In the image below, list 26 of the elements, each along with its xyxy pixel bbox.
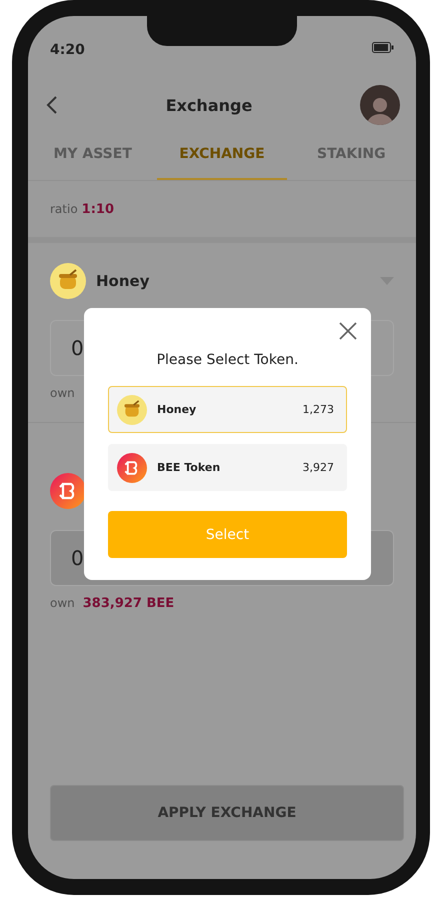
own-label: own xyxy=(50,596,75,610)
honey-pot-icon xyxy=(117,394,147,424)
token-name: BEE Token xyxy=(157,461,222,474)
token-balance: 1,273 xyxy=(302,403,334,416)
tab[interactable]: EXCHANGE xyxy=(157,130,287,180)
own-balance: 383,927 BEE xyxy=(82,596,174,610)
avatar-icon[interactable] xyxy=(360,85,400,125)
token-option[interactable]: BEE Token 3,927 xyxy=(108,444,347,491)
dialog-title: Please Select Token. xyxy=(156,352,300,368)
token-logo-icon xyxy=(117,452,147,482)
close-icon[interactable] xyxy=(339,322,357,340)
tab[interactable]: MY ASSET xyxy=(28,130,158,180)
ratio-label: ratio xyxy=(50,202,78,216)
page-title: Exchange xyxy=(166,96,252,114)
token-option[interactable]: Honey 1,273 xyxy=(108,386,347,433)
own-label: own xyxy=(50,386,75,400)
select-button[interactable]: Select xyxy=(108,511,347,558)
status-time: 4:20 xyxy=(50,42,85,58)
battery-icon xyxy=(372,42,394,53)
tab[interactable]: STAKING xyxy=(286,130,416,180)
token-balance: 3,927 xyxy=(302,461,334,474)
back-icon[interactable] xyxy=(46,95,58,115)
token-name: Honey xyxy=(96,272,150,290)
ratio-value: 1:10 xyxy=(82,202,114,216)
token-name: Honey xyxy=(157,403,198,416)
honey-pot-icon xyxy=(50,263,86,299)
